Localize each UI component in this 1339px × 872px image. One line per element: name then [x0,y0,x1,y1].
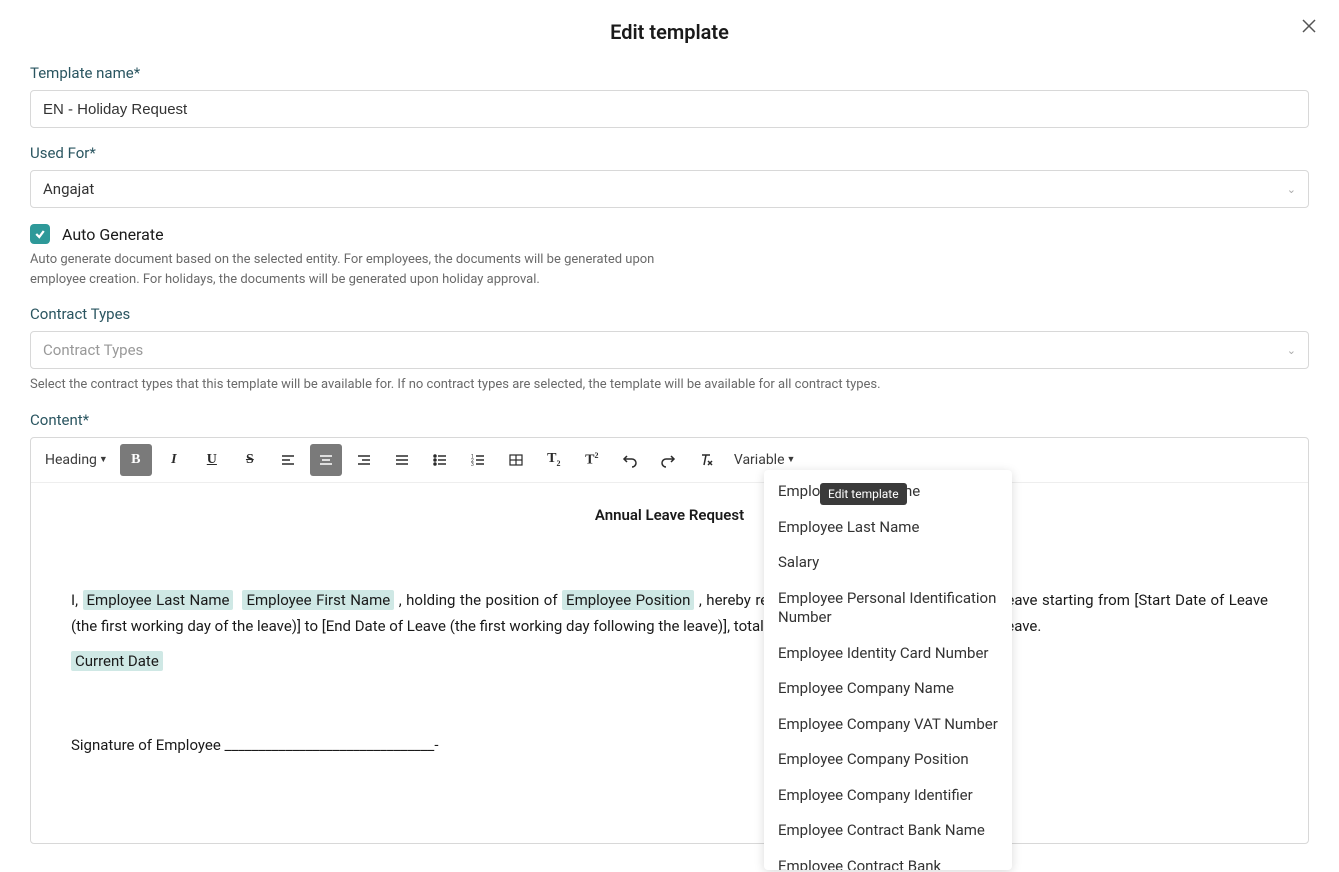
template-name-label: Template name* [30,64,1309,82]
redo-button[interactable] [652,444,684,476]
close-icon [1301,18,1317,34]
tooltip: Edit template [820,483,907,505]
variable-dropdown[interactable]: Variable▼ [728,448,802,472]
contract-types-label: Contract Types [30,305,1309,323]
strikethrough-button[interactable]: S [234,444,266,476]
content-editor: Heading▼ B I U S 123 T2 T2 [30,437,1309,844]
signature-line: Signature of Employee __________________… [71,733,1268,759]
align-left-button[interactable] [272,444,304,476]
bullet-list-icon [432,452,448,468]
numbered-list-icon: 123 [470,452,486,468]
bullet-list-button[interactable] [424,444,456,476]
variable-tag-currentdate[interactable]: Current Date [71,651,163,671]
clear-format-icon [698,452,714,468]
numbered-list-button[interactable]: 123 [462,444,494,476]
align-right-button[interactable] [348,444,380,476]
editor-toolbar: Heading▼ B I U S 123 T2 T2 [31,438,1308,483]
chevron-down-icon: ⌄ [1287,183,1296,196]
undo-button[interactable] [614,444,646,476]
clear-format-button[interactable] [690,444,722,476]
variable-menu-item[interactable]: Employee Identity Card Number [764,636,1012,672]
variable-menu-item[interactable]: Employee Company VAT Number [764,707,1012,743]
variable-tag-lastname[interactable]: Employee Last Name [83,590,234,610]
align-center-icon [318,452,334,468]
align-justify-button[interactable] [386,444,418,476]
auto-generate-helper: Auto generate document based on the sele… [30,250,670,289]
document-paragraph: I, Employee Last Name Employee First Nam… [71,588,1268,639]
used-for-select[interactable]: Angajat ⌄ [30,170,1309,208]
close-button[interactable] [1299,18,1319,38]
redo-icon [660,452,676,468]
document-paragraph: Current Date [71,649,1268,675]
auto-generate-checkbox[interactable] [30,224,50,244]
variable-menu-item[interactable]: Employee Personal Identification Number [764,581,1012,636]
svg-text:3: 3 [471,462,474,468]
check-icon [34,228,46,240]
variable-menu-item[interactable]: Employee Company Position [764,742,1012,778]
used-for-value: Angajat [43,180,94,198]
variable-menu-item[interactable]: Salary [764,545,1012,581]
align-right-icon [356,452,372,468]
auto-generate-label: Auto Generate [62,225,164,244]
table-button[interactable] [500,444,532,476]
align-left-icon [280,452,296,468]
underline-button[interactable]: U [196,444,228,476]
subscript-button[interactable]: T2 [538,444,570,476]
used-for-label: Used For* [30,144,1309,162]
variable-tag-firstname[interactable]: Employee First Name [242,590,394,610]
text-fragment: , holding the position of [399,591,562,609]
heading-dropdown-label: Heading [45,452,97,468]
variable-tag-position[interactable]: Employee Position [562,590,694,610]
contract-types-placeholder: Contract Types [43,341,143,359]
template-name-input[interactable] [30,90,1309,128]
superscript-button[interactable]: T2 [576,444,608,476]
variable-menu-item[interactable]: Employee Contract Bank Name [764,813,1012,849]
variable-dropdown-label: Variable [734,452,785,468]
heading-dropdown[interactable]: Heading▼ [39,448,114,472]
variable-menu-item[interactable]: Employee Company Identifier [764,778,1012,814]
text-fragment: I, [71,591,83,609]
document-title: Annual Leave Request [71,503,1268,529]
editor-body[interactable]: Annual Leave Request I, Employee Last Na… [31,483,1308,843]
undo-icon [622,452,638,468]
variable-menu-item[interactable]: Employee Last Name [764,510,1012,546]
bold-button[interactable]: B [120,444,152,476]
variable-dropdown-menu: Employee First NameEmployee Last NameSal… [764,470,1012,870]
chevron-down-icon: ⌄ [1287,344,1296,357]
table-icon [508,452,524,468]
variable-menu-item[interactable]: Employee Company Name [764,671,1012,707]
italic-button[interactable]: I [158,444,190,476]
align-justify-icon [394,452,410,468]
variable-menu-item[interactable]: Employee Contract Bank Account [764,849,1012,871]
modal-title: Edit template [0,20,1339,44]
align-center-button[interactable] [310,444,342,476]
contract-types-select[interactable]: Contract Types ⌄ [30,331,1309,369]
contract-types-helper: Select the contract types that this temp… [30,375,1309,395]
content-label: Content* [30,411,1309,429]
